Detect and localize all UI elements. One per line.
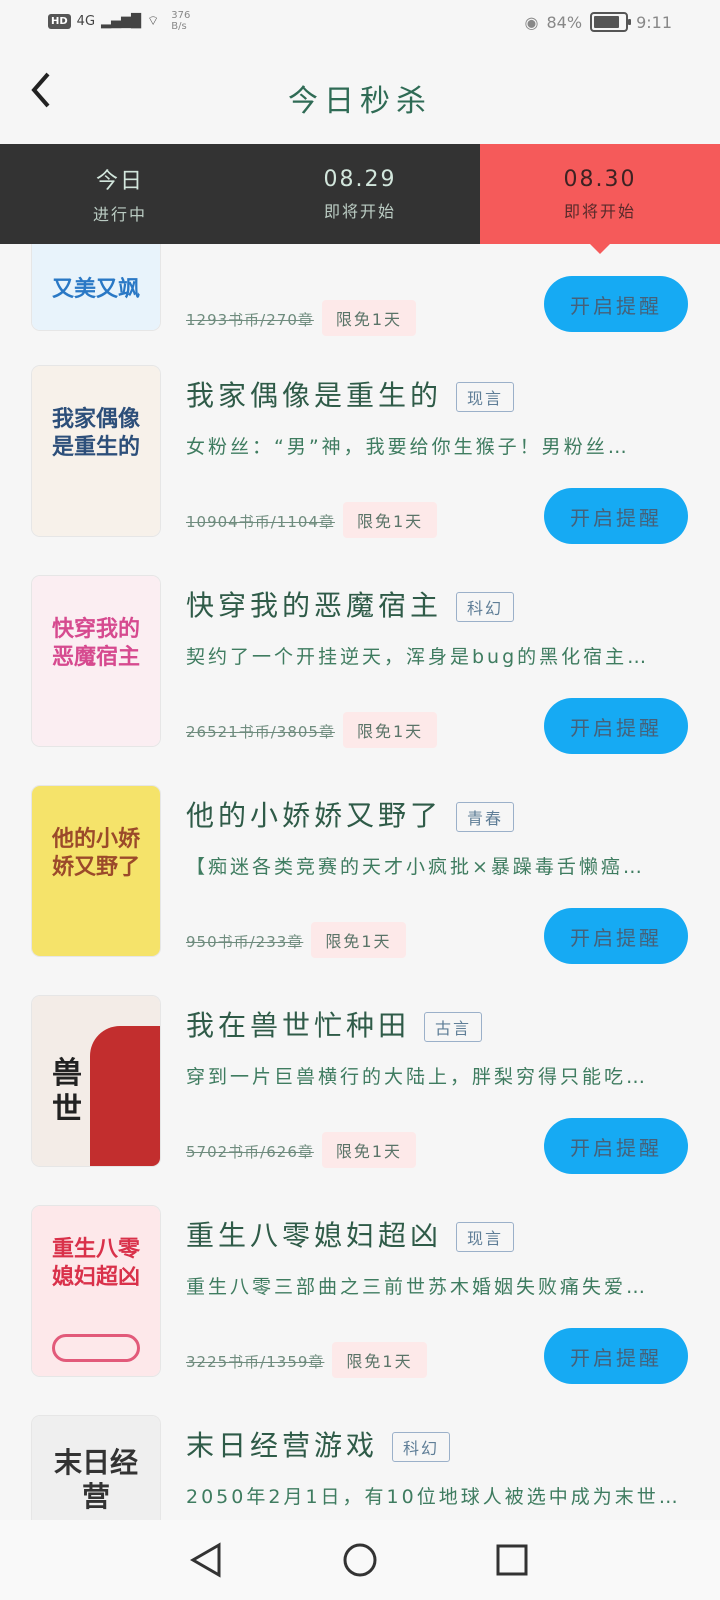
page-title: 今日秒杀	[288, 84, 432, 119]
clock: 9:11	[636, 12, 672, 32]
list-item[interactable]: 他的小娇娇又野了 他的小娇娇又野了 青春 【痴迷各类竞赛的天才小疯批×暴躁毒舌懒癌…	[0, 786, 720, 996]
eye-icon: ◉	[524, 12, 539, 32]
nav-recents-icon[interactable]	[472, 1520, 552, 1600]
book-title: 我家偶像是重生的 现言	[186, 374, 515, 414]
price: 950书币/233章 限免1天	[186, 922, 406, 958]
date-tabs: 今日 进行中 08.29 即将开始 08.30 即将开始	[0, 144, 720, 254]
battery-percent: 84%	[546, 12, 583, 32]
free-badge: 限免1天	[332, 1342, 427, 1378]
book-cover[interactable]: 他的小娇娇又野了	[32, 786, 160, 956]
tab-sublabel: 即将开始	[563, 201, 636, 221]
free-badge: 限免1天	[321, 300, 417, 336]
list-item[interactable]: 重生八零媳妇超凶 重生八零媳妇超凶 现言 重生八零三部曲之三前世苏木婚姻失败痛失爱…	[0, 1206, 720, 1416]
remind-button[interactable]: 开启提醒	[544, 698, 688, 754]
free-badge: 限免1天	[342, 712, 438, 748]
hd-icon: HD	[48, 13, 71, 29]
tab-label: 08.30	[563, 166, 637, 192]
network-speed: 376 B/s	[171, 10, 191, 32]
book-title: 快穿我的恶魔宿主 科幻	[186, 584, 515, 624]
tab-label: 08.29	[323, 166, 397, 192]
tab-sublabel: 进行中	[92, 205, 147, 224]
book-cover[interactable]: 重生八零媳妇超凶	[32, 1206, 160, 1376]
book-cover[interactable]: 我家偶像是重生的	[32, 366, 160, 536]
price: 3225书币/1359章 限免1天	[186, 1342, 427, 1378]
list-item[interactable]: 兽世 我在兽世忙种田 古言 穿到一片巨兽横行的大陆上，胖梨穷得只能吃… 5702书…	[0, 996, 720, 1206]
genre-tag: 科幻	[456, 592, 515, 622]
book-desc: 【痴迷各类竞赛的天才小疯批×暴躁毒舌懒癌…	[186, 856, 645, 878]
nav-bar: 今日秒杀	[0, 48, 720, 144]
tab-0829[interactable]: 08.29 即将开始	[240, 144, 480, 244]
book-desc: 女粉丝：“男”神，我要给你生猴子！男粉丝…	[186, 436, 630, 458]
free-badge: 限免1天	[311, 922, 406, 958]
genre-tag: 青春	[456, 802, 515, 832]
book-cover[interactable]: 快穿我的恶魔宿主	[32, 576, 160, 746]
battery-icon	[590, 12, 632, 32]
remind-button[interactable]: 开启提醒	[544, 1328, 688, 1384]
nav-back-icon[interactable]	[166, 1520, 246, 1600]
tab-label: 今日	[95, 169, 144, 194]
tab-0830[interactable]: 08.30 即将开始	[480, 144, 720, 254]
tab-sublabel: 即将开始	[323, 201, 396, 221]
price: 1293书币/270章 限免1天	[186, 300, 417, 336]
network-type: 4G	[76, 13, 96, 29]
remind-button[interactable]: 开启提醒	[544, 908, 688, 964]
wifi-icon: ⌔	[147, 14, 160, 29]
book-desc: 契约了一个开挂逆天，浑身是bug的黑化宿主…	[186, 646, 650, 668]
book-title: 我在兽世忙种田 古言	[186, 1004, 483, 1044]
list-item[interactable]: 末日经营 末日经营游戏 科幻 2050年2月1日，有10位地球人被选中成为末世…	[0, 1416, 720, 1520]
book-cover[interactable]: 又美又飒	[32, 244, 160, 330]
book-list[interactable]: 又美又飒 1293书币/270章 限免1天 开启提醒 我家偶像是重生的 我家偶像是…	[0, 244, 720, 1520]
list-item[interactable]: 又美又飒 1293书币/270章 限免1天 开启提醒	[0, 244, 720, 336]
book-desc: 2050年2月1日，有10位地球人被选中成为末世…	[186, 1486, 681, 1508]
price: 10904书币/1104章 限免1天	[186, 502, 438, 538]
list-item[interactable]: 我家偶像是重生的 我家偶像是重生的 现言 女粉丝：“男”神，我要给你生猴子！男粉丝…	[0, 366, 720, 576]
price: 5702书币/626章 限免1天	[186, 1132, 417, 1168]
remind-button[interactable]: 开启提醒	[544, 276, 688, 332]
nav-home-icon[interactable]	[320, 1520, 400, 1600]
free-badge: 限免1天	[342, 502, 438, 538]
signal-icon: ▂▄▆█	[101, 13, 142, 29]
list-item[interactable]: 快穿我的恶魔宿主 快穿我的恶魔宿主 科幻 契约了一个开挂逆天，浑身是bug的黑化宿…	[0, 576, 720, 786]
book-desc: 穿到一片巨兽横行的大陆上，胖梨穷得只能吃…	[186, 1066, 649, 1088]
genre-tag: 古言	[424, 1012, 483, 1042]
book-title: 重生八零媳妇超凶 现言	[186, 1214, 515, 1254]
book-cover[interactable]: 兽世	[32, 996, 160, 1166]
remind-button[interactable]: 开启提醒	[544, 488, 688, 544]
book-title: 末日经营游戏 科幻	[186, 1424, 451, 1464]
book-title: 他的小娇娇又野了 青春	[186, 794, 515, 834]
remind-button[interactable]: 开启提醒	[544, 1118, 688, 1174]
genre-tag: 现言	[456, 382, 515, 412]
free-badge: 限免1天	[321, 1132, 417, 1168]
status-bar: HD 4G ▂▄▆█ ⌔ 376 B/s ◉ 84% 9:11	[0, 0, 720, 48]
genre-tag: 科幻	[392, 1432, 451, 1462]
tab-today[interactable]: 今日 进行中	[0, 144, 240, 244]
genre-tag: 现言	[456, 1222, 515, 1252]
price: 26521书币/3805章 限免1天	[186, 712, 438, 748]
book-desc: 重生八零三部曲之三前世苏木婚姻失败痛失爱…	[186, 1276, 649, 1298]
book-cover[interactable]: 末日经营	[32, 1416, 160, 1520]
system-nav-bar	[0, 1520, 720, 1600]
